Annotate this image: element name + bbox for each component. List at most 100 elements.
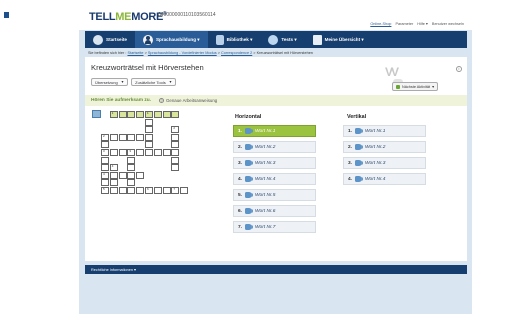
crossword-cell[interactable]: [127, 111, 136, 118]
crumb-sprachausbildung[interactable]: Sprachausbildung - Vordefinierter Modus: [148, 51, 217, 55]
listen-icon[interactable]: [245, 176, 254, 182]
crossword-cell[interactable]: [180, 187, 189, 194]
crossword-cell[interactable]: [145, 149, 153, 156]
help-menu[interactable]: Hilfe ▾: [417, 22, 428, 26]
nav-item-bibliothek[interactable]: Bibliothek ▾: [208, 31, 261, 48]
crossword-cell[interactable]: [118, 187, 127, 194]
listen-icon[interactable]: [245, 208, 254, 214]
crossword-cell[interactable]: [153, 187, 162, 194]
crossword-cell[interactable]: [145, 141, 153, 149]
nav-item-sprachausbildung[interactable]: Sprachausbildung ▾: [134, 31, 208, 48]
crossword-cell[interactable]: [145, 126, 153, 134]
crossword-cell[interactable]: [127, 171, 136, 179]
crossword-cell[interactable]: [101, 179, 109, 187]
crossword-cell[interactable]: 4: [101, 171, 109, 179]
crossword-cell[interactable]: [109, 149, 118, 156]
crossword-cell[interactable]: [109, 171, 118, 179]
crossword-cell[interactable]: [101, 156, 109, 164]
horizontal-clue-7[interactable]: 7. Wort Nr.7: [233, 221, 316, 233]
crossword-cell[interactable]: [136, 111, 145, 118]
crossword-cell[interactable]: [118, 111, 127, 118]
listen-icon[interactable]: [245, 224, 254, 230]
vertical-clue-2[interactable]: 2. Wort Nr.2: [343, 141, 426, 153]
online-shop-link[interactable]: Online-Shop: [370, 22, 391, 26]
crossword-cell[interactable]: [153, 149, 162, 156]
horizontal-clue-1[interactable]: 1. Wort Nr.1: [233, 125, 316, 137]
horizontal-clue-5[interactable]: 5. Wort Nr.5: [233, 189, 316, 201]
listen-icon[interactable]: [245, 192, 254, 198]
vertical-clue-4[interactable]: 4. Wort Nr.4: [343, 173, 426, 185]
crossword-cell[interactable]: [171, 133, 180, 141]
crossword-cell[interactable]: [136, 133, 145, 141]
crumb-correspondence[interactable]: Correspondence 2: [221, 51, 252, 55]
crossword-cell[interactable]: [171, 149, 180, 156]
crossword-cell[interactable]: 4: [109, 164, 118, 172]
listen-icon[interactable]: [245, 160, 254, 166]
crossword-cell[interactable]: [171, 156, 180, 164]
listen-icon[interactable]: [355, 176, 364, 182]
info-icon[interactable]: i: [456, 66, 462, 72]
additional-tools-select[interactable]: Zusätzliche Tools ▼: [131, 78, 177, 86]
crossword-cell[interactable]: [171, 164, 180, 172]
crossword-cell[interactable]: [101, 141, 109, 149]
crossword-cell[interactable]: 1: [109, 111, 118, 118]
crossword-cell[interactable]: [118, 149, 127, 156]
crossword-cell[interactable]: 1: [145, 111, 153, 118]
crossword-cell[interactable]: [118, 133, 127, 141]
crossword-cell[interactable]: [145, 133, 153, 141]
vertical-clue-3[interactable]: 3. Wort Nr.3: [343, 157, 426, 169]
translation-select[interactable]: Übersetzung ▼: [91, 78, 129, 86]
listen-icon[interactable]: [245, 144, 254, 150]
crossword-cell[interactable]: [127, 164, 136, 172]
crossword-cell[interactable]: 7: [171, 187, 180, 194]
horizontal-clue-4[interactable]: 4. Wort Nr.4: [233, 173, 316, 185]
listen-icon[interactable]: [245, 128, 254, 134]
crossword-cell[interactable]: [109, 179, 118, 187]
crossword-cell[interactable]: 5: [101, 187, 109, 194]
horizontal-clue-3[interactable]: 3. Wort Nr.3: [233, 157, 316, 169]
crossword-cell[interactable]: [136, 149, 145, 156]
crossword-cell[interactable]: [153, 111, 162, 118]
nav-item-meine-uebersicht[interactable]: Meine Übersicht ▾: [305, 31, 372, 48]
crossword-cell[interactable]: [109, 133, 118, 141]
crossword-cell[interactable]: [162, 187, 171, 194]
crossword-cell[interactable]: [145, 118, 153, 126]
clue-word: Wort Nr.7: [255, 224, 276, 230]
nav-item-tests[interactable]: Tests ▾: [260, 31, 304, 48]
crossword-cell[interactable]: [171, 111, 180, 118]
listen-icon[interactable]: [355, 144, 364, 150]
nav-item-startseite[interactable]: Startseite: [85, 31, 135, 48]
crossword-cell[interactable]: 2: [101, 133, 109, 141]
horizontal-clue-2[interactable]: 2. Wort Nr.2: [233, 141, 316, 153]
clue-number: 3.: [238, 160, 243, 166]
cell-number: 2: [173, 126, 176, 131]
crossword-cell[interactable]: [127, 179, 136, 187]
listen-icon[interactable]: [355, 160, 364, 166]
crossword-cell[interactable]: [127, 187, 136, 194]
crossword-cell[interactable]: [136, 171, 145, 179]
crumb-startseite[interactable]: Startseite: [127, 51, 143, 55]
crossword-cell[interactable]: [118, 171, 127, 179]
parameter-link[interactable]: Parameter: [395, 22, 413, 26]
crossword-cell[interactable]: [136, 187, 145, 194]
crossword-cell[interactable]: 3: [101, 149, 109, 156]
crossword-cell[interactable]: 3: [127, 149, 136, 156]
vertical-clue-1[interactable]: 1. Wort Nr.1: [343, 125, 426, 137]
crossword-cell[interactable]: [101, 164, 109, 172]
tellmemore-logo[interactable]: TELLMEMORE®: [89, 11, 167, 23]
crossword-cell[interactable]: [171, 141, 180, 149]
switch-user-link[interactable]: Benutzer wechseln: [432, 22, 464, 26]
detailed-instructions-link[interactable]: ? Genaue Arbeitsanweisung: [158, 98, 217, 103]
crossword-cell[interactable]: [162, 111, 171, 118]
legal-info-link[interactable]: Rechtliche Informationen ▾: [91, 267, 136, 272]
next-activity-button[interactable]: Nächste Aktivität ▾: [392, 82, 438, 91]
crossword-cell[interactable]: [109, 187, 118, 194]
crossword-cell[interactable]: [127, 133, 136, 141]
crossword-cell[interactable]: 2: [171, 126, 180, 134]
crossword-cell[interactable]: 6: [145, 187, 153, 194]
listen-icon[interactable]: [355, 128, 364, 134]
crossword-cell[interactable]: [162, 149, 171, 156]
cell-number: 4: [111, 164, 114, 169]
horizontal-clue-6[interactable]: 6. Wort Nr.6: [233, 205, 316, 217]
crossword-cell[interactable]: [127, 156, 136, 164]
